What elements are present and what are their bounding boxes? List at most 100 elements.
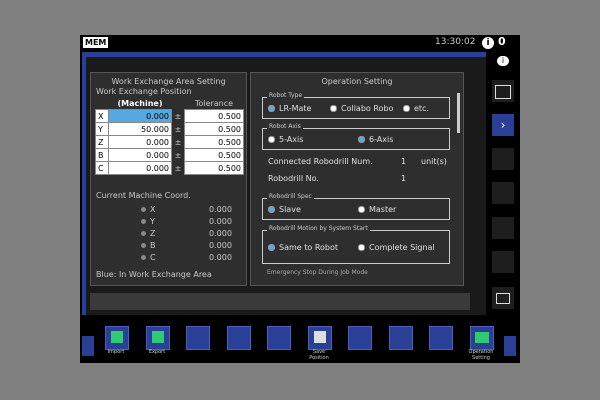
cnc-screen: MEM 13:30:02 i 0 Work Exchange Area Sett… bbox=[80, 35, 520, 363]
radio-icon bbox=[358, 206, 365, 213]
coord-row: Y 0.000 bbox=[141, 217, 232, 226]
robodrill-no-value[interactable]: 1 bbox=[401, 174, 406, 183]
radio-lr-mate[interactable]: LR-Mate bbox=[268, 104, 311, 113]
col-machine: (Machine) bbox=[117, 98, 163, 108]
softkey-7[interactable] bbox=[348, 326, 372, 350]
export-label: Export bbox=[148, 349, 166, 355]
save-icon bbox=[314, 331, 326, 343]
import-button[interactable] bbox=[105, 326, 129, 350]
radio-5-axis[interactable]: 5-Axis bbox=[268, 135, 303, 144]
side-button[interactable] bbox=[492, 217, 514, 239]
softkey-3[interactable] bbox=[186, 326, 210, 350]
info-icon[interactable]: i bbox=[482, 37, 494, 49]
side-button[interactable] bbox=[492, 251, 514, 273]
content-area: Work Exchange Area Setting Work Exchange… bbox=[86, 57, 486, 315]
softkey-left-arrow[interactable] bbox=[82, 336, 94, 356]
radio-same-to-robot[interactable]: Same to Robot bbox=[268, 243, 338, 252]
status-dot-icon bbox=[141, 231, 146, 236]
coord-row: Z 0.000 bbox=[141, 229, 232, 238]
tolerance-z-field[interactable]: 0.500 bbox=[184, 135, 244, 149]
table-row: Z 0.000 ± 0.500 bbox=[95, 135, 244, 149]
save-position-label: Save Position bbox=[309, 349, 329, 361]
softkey-8[interactable] bbox=[389, 326, 413, 350]
status-dot-icon bbox=[141, 207, 146, 212]
robot-type-group: Robot Type LR-Mate Collabo Robo etc. bbox=[262, 92, 450, 119]
side-button[interactable] bbox=[492, 182, 514, 204]
radio-icon bbox=[268, 136, 275, 143]
radio-icon bbox=[358, 136, 365, 143]
connected-unit: unit(s) bbox=[421, 157, 447, 166]
connected-label: Connected Robodrill Num. bbox=[268, 157, 373, 166]
tolerance-x-field[interactable]: 0.500 bbox=[184, 109, 244, 123]
machine-b-field[interactable]: 0.000 bbox=[108, 148, 172, 162]
import-label: Import bbox=[107, 349, 125, 355]
chevron-right-icon[interactable]: › bbox=[492, 114, 514, 136]
monitor-setting-icon bbox=[475, 332, 489, 343]
machine-z-field[interactable]: 0.000 bbox=[108, 135, 172, 149]
tolerance-y-field[interactable]: 0.500 bbox=[184, 122, 244, 136]
status-dot-icon bbox=[141, 219, 146, 224]
operation-setting-label: Operation Setting bbox=[468, 349, 494, 361]
machine-c-field[interactable]: 0.000 bbox=[108, 161, 172, 175]
coord-title: Current Machine Coord. bbox=[96, 191, 191, 200]
operation-panel: Operation Setting Robot Type LR-Mate Col… bbox=[250, 72, 464, 286]
machine-y-field[interactable]: 50.000 bbox=[108, 122, 172, 136]
plus-minus: ± bbox=[171, 135, 185, 149]
radio-etc[interactable]: etc. bbox=[403, 104, 429, 113]
radio-icon bbox=[268, 244, 275, 251]
radio-slave[interactable]: Slave bbox=[268, 205, 301, 214]
status-bar: MEM 13:30:02 i 0 bbox=[80, 35, 520, 51]
side-button[interactable] bbox=[492, 148, 514, 170]
side-info-icon[interactable]: i bbox=[492, 55, 514, 67]
axis-label: C bbox=[95, 161, 109, 175]
softkey-bar: Import Export Save Position Operation Se… bbox=[80, 318, 520, 363]
operation-setting-button[interactable] bbox=[470, 326, 494, 350]
robodrill-motion-group: Robodrill Motion by System Start Same to… bbox=[262, 225, 450, 264]
softkey-5[interactable] bbox=[267, 326, 291, 350]
save-position-button[interactable] bbox=[308, 326, 332, 350]
table-row: Y 50.000 ± 0.500 bbox=[95, 122, 244, 136]
section-subtitle: Work Exchange Position bbox=[96, 87, 192, 96]
radio-icon bbox=[268, 206, 275, 213]
export-icon bbox=[152, 331, 164, 343]
radio-master[interactable]: Master bbox=[358, 205, 396, 214]
robodrill-no-label: Robodrill No. bbox=[268, 174, 319, 183]
status-dot-icon bbox=[141, 243, 146, 248]
export-button[interactable] bbox=[146, 326, 170, 350]
scrollbar[interactable] bbox=[457, 93, 460, 133]
col-tolerance: Tolerance bbox=[194, 98, 234, 108]
coord-row: C 0.000 bbox=[141, 253, 232, 262]
softkey-9[interactable] bbox=[429, 326, 453, 350]
radio-6-axis[interactable]: 6-Axis bbox=[358, 135, 393, 144]
tolerance-b-field[interactable]: 0.500 bbox=[184, 148, 244, 162]
position-table: (Machine) Tolerance X 0.000 ± 0.500 Y 50… bbox=[95, 97, 244, 175]
plus-minus: ± bbox=[171, 122, 185, 136]
status-dot-icon bbox=[141, 255, 146, 260]
plus-minus: ± bbox=[171, 109, 185, 123]
menu-list-icon[interactable] bbox=[492, 80, 514, 102]
legend-footer: Blue: In Work Exchange Area bbox=[96, 270, 212, 279]
connected-value[interactable]: 1 bbox=[401, 157, 406, 166]
axis-label: Z bbox=[95, 135, 109, 149]
panel-title: Operation Setting bbox=[321, 77, 393, 86]
tolerance-c-field[interactable]: 0.500 bbox=[184, 161, 244, 175]
clock: 13:30:02 bbox=[435, 37, 476, 47]
softkey-4[interactable] bbox=[227, 326, 251, 350]
message-bar bbox=[90, 293, 470, 310]
robot-axis-group: Robot Axis 5-Axis 6-Axis bbox=[262, 123, 450, 150]
machine-x-field[interactable]: 0.000 bbox=[108, 109, 172, 123]
table-row: C 0.000 ± 0.500 bbox=[95, 161, 244, 175]
alarm-count: 0 bbox=[498, 35, 506, 48]
import-icon bbox=[111, 331, 123, 343]
work-exchange-panel: Work Exchange Area Setting Work Exchange… bbox=[90, 72, 247, 286]
mode-indicator: MEM bbox=[83, 37, 109, 48]
radio-complete-signal[interactable]: Complete Signal bbox=[358, 243, 435, 252]
panel-title: Work Exchange Area Setting bbox=[111, 77, 226, 86]
coord-row: B 0.000 bbox=[141, 241, 232, 250]
radio-collabo-robo[interactable]: Collabo Robo bbox=[330, 104, 393, 113]
softkey-right-arrow[interactable] bbox=[504, 336, 516, 356]
robodrill-spec-group: Robodrill Spec Slave Master bbox=[262, 193, 450, 220]
monitor-icon[interactable] bbox=[492, 287, 514, 309]
radio-icon bbox=[330, 105, 337, 112]
cut-off-label: Emergency Stop During Job Mode bbox=[267, 269, 368, 276]
